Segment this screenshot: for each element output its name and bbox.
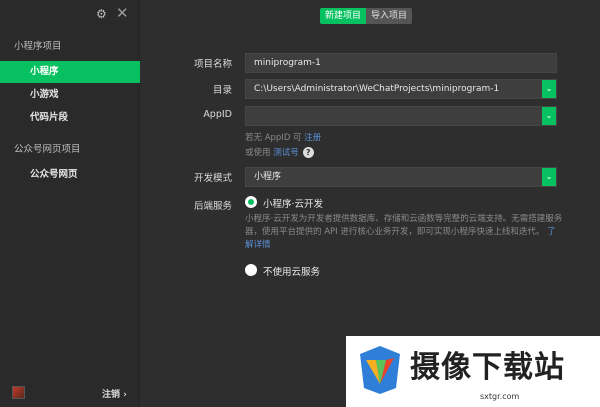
backend-service-label: 后端服务 — [193, 201, 232, 212]
window-controls: ⚙ ✕ — [96, 6, 136, 22]
cloud-dev-description: 小程序·云开发为开发者提供数据库、存储和云函数等完整的云端支持。无需搭建服务器，… — [245, 213, 563, 252]
cloud-dev-desc-text: 小程序·云开发为开发者提供数据库、存储和云函数等完整的云端支持。无需搭建服务器，… — [245, 214, 563, 237]
logout-button[interactable]: 注销 › — [102, 387, 127, 400]
hint-register-prefix: 若无 AppID 可 — [245, 133, 305, 143]
no-cloud-option-label[interactable]: 不使用云服务 — [263, 264, 320, 278]
no-cloud-radio[interactable] — [245, 264, 257, 276]
directory-value: C:\Users\Administrator\WeChatProjects\mi… — [254, 84, 500, 94]
project-name-label: 项目名称 — [193, 59, 232, 70]
appid-label: AppID — [203, 109, 232, 120]
chevron-down-icon[interactable]: ⌄ — [542, 168, 556, 186]
directory-input[interactable]: C:\Users\Administrator\WeChatProjects\mi… — [245, 79, 557, 99]
hint-test-prefix: 或使用 — [245, 148, 274, 158]
chevron-down-icon[interactable]: ⌄ — [542, 80, 556, 98]
dev-mode-select[interactable]: 小程序 ⌄ — [245, 167, 557, 187]
close-icon[interactable]: ✕ — [116, 6, 129, 21]
avatar[interactable] — [12, 386, 25, 399]
project-name-input[interactable]: miniprogram-1 — [245, 53, 557, 73]
appid-register-hint: 若无 AppID 可 注册 — [245, 131, 321, 143]
section-title-official: 公众号网页项目 — [14, 144, 81, 155]
appid-input[interactable]: ⌄ — [245, 106, 557, 126]
dev-mode-value: 小程序 — [254, 172, 282, 182]
directory-label: 目录 — [212, 85, 232, 96]
cloud-dev-option-label[interactable]: 小程序·云开发 — [263, 196, 323, 210]
chevron-down-icon[interactable]: ⌄ — [542, 107, 556, 125]
section-title-miniprogram: 小程序项目 — [14, 41, 62, 52]
watermark: 摄像下载站 sxtgr.com — [346, 336, 600, 407]
dev-mode-label: 开发模式 — [193, 173, 232, 184]
gear-icon[interactable]: ⚙ — [96, 7, 107, 21]
tab-new-project[interactable]: 新建项目 — [320, 8, 367, 24]
tab-import-project[interactable]: 导入项目 — [366, 8, 413, 24]
register-link[interactable]: 注册 — [304, 133, 321, 143]
watermark-logo-icon — [360, 346, 400, 394]
sidebar-footer: 注销 › — [0, 379, 140, 407]
question-icon[interactable]: ? — [302, 147, 314, 158]
cloud-dev-radio[interactable] — [245, 196, 257, 208]
test-account-link[interactable]: 测试号 — [273, 148, 299, 158]
watermark-url: sxtgr.com — [480, 392, 520, 401]
project-tabs: 新建项目 导入项目 — [320, 8, 413, 24]
watermark-title: 摄像下载站 — [410, 350, 565, 385]
appid-test-hint: 或使用 测试号? — [245, 146, 314, 158]
